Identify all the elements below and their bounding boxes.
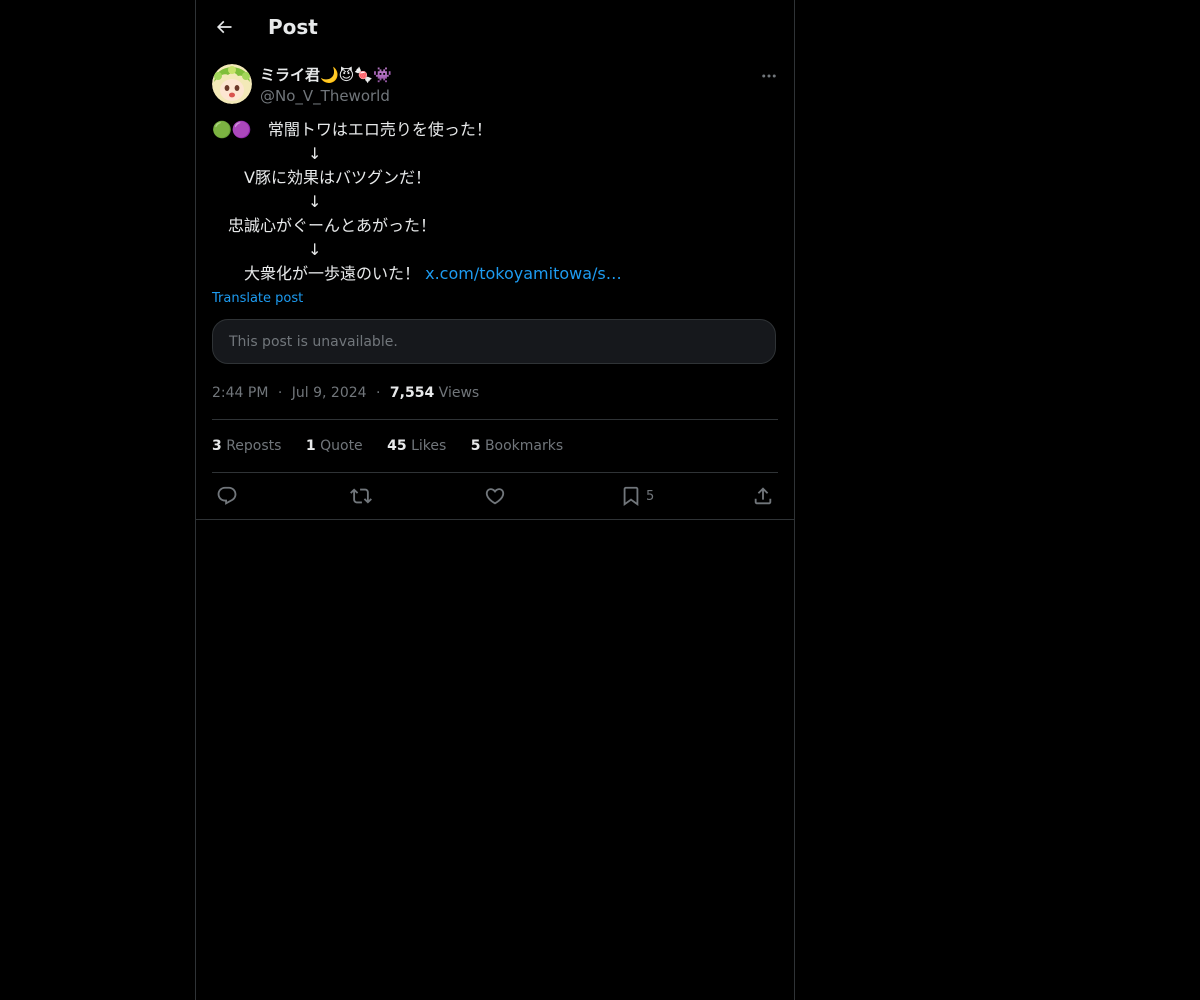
reposts-count: 3	[212, 438, 222, 454]
avatar-image	[212, 64, 252, 104]
quotes-label: Quote	[320, 438, 363, 454]
bookmarks-count: 5	[470, 438, 481, 454]
quotes-stat[interactable]: 1 Quote	[306, 436, 363, 456]
bookmarks-label: Bookmarks	[484, 438, 564, 454]
arrow-left-icon	[216, 20, 232, 34]
meta-separator: ·	[277, 385, 283, 401]
post-text-line: ↓	[212, 144, 322, 163]
engagement-stats: 3 Reposts 1 Quote 45 Likes 5 Bookmarks	[212, 436, 583, 456]
unavailable-text: This post is unavailable.	[229, 333, 398, 350]
author-info: ミライ君🌙😈🍬👾 @No_V_Theworld	[260, 64, 392, 106]
post-link[interactable]: x.com/tokoyamitowa/s…	[425, 264, 622, 283]
translate-post-link[interactable]: Translate post	[212, 290, 303, 308]
bookmark-icon	[623, 486, 639, 507]
post-text-line: 🟢🟣 常闇トワはエロ売りを使った！	[212, 120, 492, 139]
repost-button[interactable]	[350, 485, 372, 507]
bookmark-count: 5	[646, 488, 655, 504]
likes-stat[interactable]: 45 Likes	[387, 436, 446, 456]
post-header: Post	[196, 0, 794, 54]
post-text: 🟢🟣 常闇トワはエロ売りを使った！ ↓ V豚に効果はバツグンだ！ ↓ 忠誠心がぐ…	[212, 118, 772, 286]
back-button[interactable]	[210, 13, 238, 41]
share-button[interactable]	[752, 485, 774, 507]
avatar[interactable]	[212, 64, 252, 104]
author-handle[interactable]: @No_V_Theworld	[260, 86, 392, 106]
post-text-line: 大衆化が一歩遠のいた！	[212, 264, 426, 283]
post-text-line: V豚に効果はバツグンだ！	[212, 168, 431, 187]
post-time[interactable]: 2:44 PM	[212, 385, 268, 401]
more-horizontal-icon	[762, 74, 776, 78]
reposts-label: Reposts	[226, 438, 282, 454]
quotes-count: 1	[305, 438, 316, 454]
post-text-line: ↓	[212, 240, 322, 259]
bookmark-button[interactable]: 5	[620, 485, 654, 507]
divider	[196, 519, 794, 520]
page-title: Post	[268, 15, 318, 39]
share-icon	[754, 487, 772, 505]
views-count: 7,554	[389, 385, 435, 401]
more-options-button[interactable]	[758, 66, 780, 86]
author-display-name[interactable]: ミライ君🌙😈🍬👾	[260, 64, 392, 86]
post-column: Post ミライ君🌙😈🍬👾 @No_V_Theworld 🟢🟣 常闇トワはエロ売…	[195, 0, 795, 1000]
reply-button[interactable]	[216, 485, 238, 507]
views-label: Views	[438, 385, 480, 401]
repost-icon	[350, 488, 372, 504]
reposts-stat[interactable]: 3 Reposts	[212, 436, 281, 456]
post-meta: 2:44 PM · Jul 9, 2024 · 7,554 Views	[212, 383, 479, 403]
like-icon	[485, 488, 505, 505]
bookmarks-stat[interactable]: 5 Bookmarks	[471, 436, 563, 456]
quoted-post-unavailable: This post is unavailable.	[212, 319, 776, 364]
action-bar: 5	[196, 473, 794, 519]
likes-count: 45	[387, 438, 407, 454]
reply-icon	[217, 486, 237, 505]
meta-separator: ·	[376, 385, 381, 401]
divider	[212, 419, 778, 420]
like-button[interactable]	[484, 485, 506, 507]
post-text-line-last: 大衆化が一歩遠のいた！ x.com/tokoyamitowa/s…	[212, 262, 772, 286]
post-text-line: 忠誠心がぐーんとあがった！	[212, 216, 437, 235]
likes-label: Likes	[411, 438, 447, 454]
post-text-line: ↓	[212, 192, 322, 211]
post-date[interactable]: Jul 9, 2024	[292, 385, 367, 401]
